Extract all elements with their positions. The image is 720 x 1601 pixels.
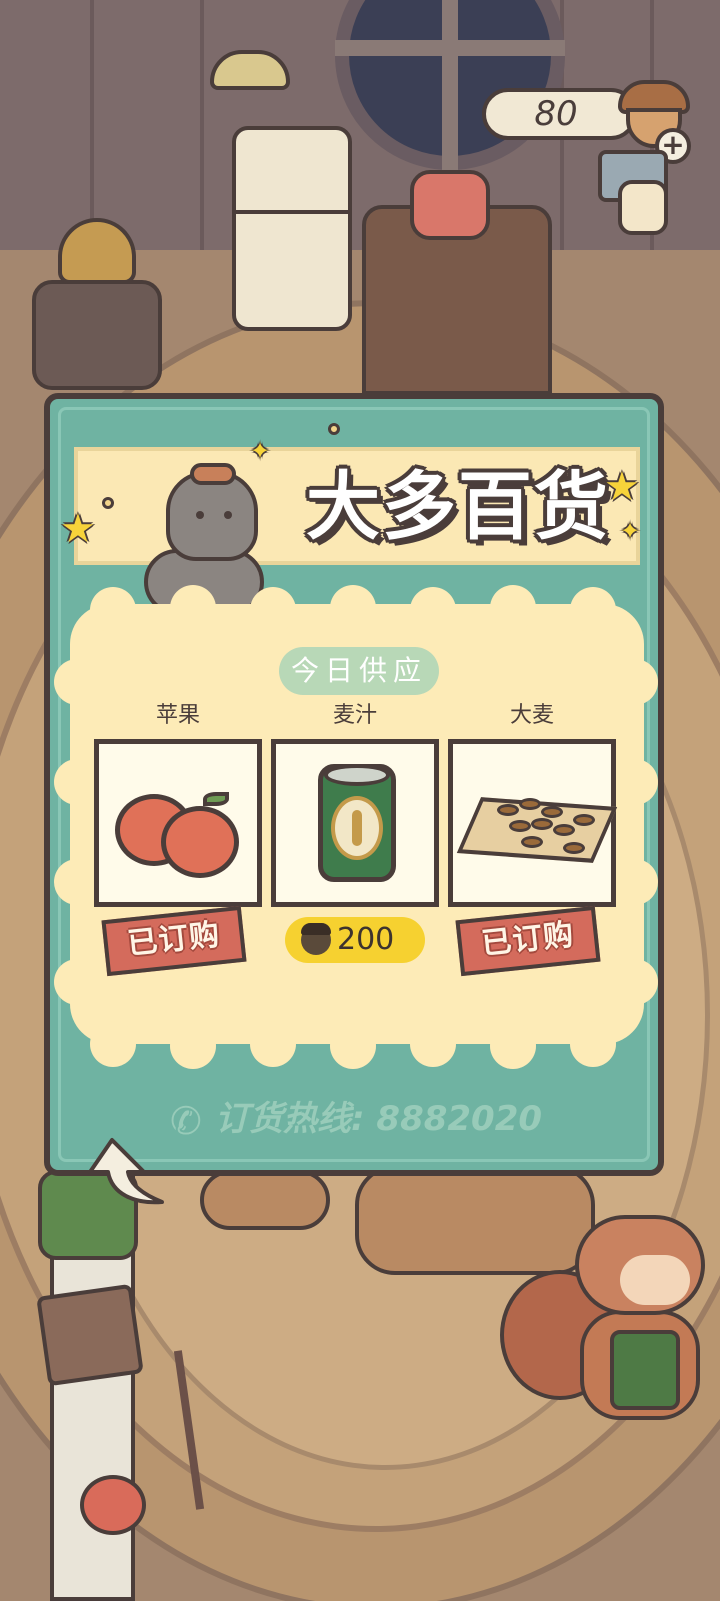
shop-banner: 大多百货 bbox=[74, 447, 640, 615]
today-supply-label: 今日供应 bbox=[279, 647, 439, 695]
acorn-count: 80 bbox=[534, 94, 578, 134]
sparkle-icon: ✦ bbox=[250, 437, 271, 465]
acorn-cap bbox=[301, 923, 331, 935]
telephone bbox=[410, 170, 490, 240]
item-card[interactable] bbox=[94, 739, 262, 907]
item-name: 大麦 bbox=[509, 703, 554, 728]
shop-panel: 大多百货 ★ ★ ✦ ✦ 今日供应 苹果 已订购 麦汁 200 大麦 已订购 ✆… bbox=[44, 393, 664, 1176]
shop-title: 大多百货 bbox=[306, 464, 610, 550]
item-name: 麦汁 bbox=[332, 703, 377, 728]
window-frame bbox=[442, 0, 458, 170]
star-icon: ★ bbox=[604, 464, 640, 510]
dot-decoration bbox=[328, 423, 340, 435]
stove bbox=[32, 280, 162, 390]
buy-price-button[interactable]: 200 bbox=[285, 917, 425, 963]
back-arrow-icon bbox=[88, 1138, 164, 1205]
order-hotline: 订货热线: 8882020 bbox=[215, 1099, 543, 1139]
fridge-door-line bbox=[232, 210, 352, 214]
star-icon: ★ bbox=[60, 506, 96, 552]
book-stack bbox=[36, 1283, 144, 1387]
squirrel-character bbox=[500, 1210, 720, 1430]
dot-decoration bbox=[102, 497, 114, 509]
item-card[interactable] bbox=[448, 739, 618, 907]
sparkle-icon: ✦ bbox=[620, 517, 641, 545]
notice-icon[interactable] bbox=[598, 150, 693, 245]
stool bbox=[200, 1170, 330, 1230]
squirrel-face bbox=[620, 1255, 690, 1305]
squirrel-apron bbox=[610, 1330, 680, 1410]
back-arrow-button[interactable] bbox=[82, 1132, 172, 1212]
phone-icon: ✆ bbox=[170, 1099, 202, 1143]
acorn-counter: 80 bbox=[482, 88, 637, 140]
fridge bbox=[232, 126, 352, 331]
item-name: 苹果 bbox=[155, 703, 200, 728]
item-card[interactable] bbox=[271, 739, 439, 907]
item-price: 200 bbox=[337, 922, 395, 957]
apple-decoration bbox=[80, 1475, 146, 1535]
